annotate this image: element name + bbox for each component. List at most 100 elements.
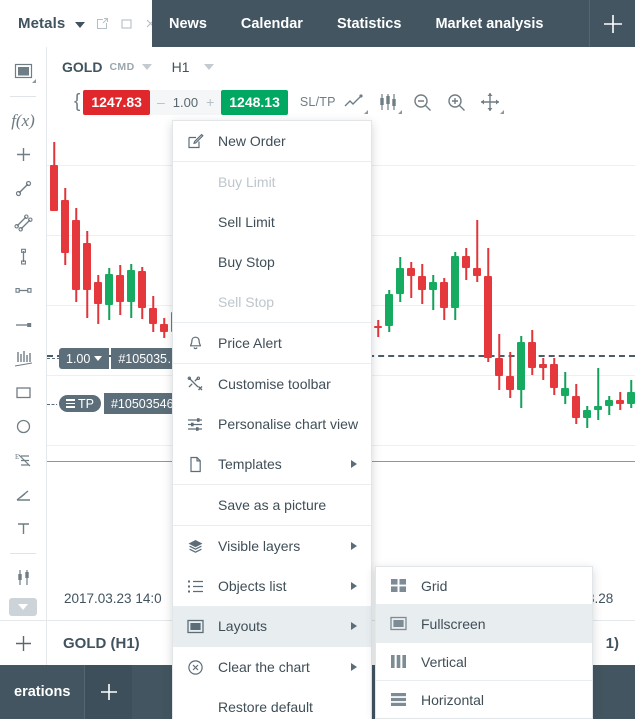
tab-news[interactable]: News xyxy=(152,0,224,47)
volume-value[interactable]: 1.00 xyxy=(173,95,198,110)
layouts-submenu[interactable]: GridFullscreenVerticalHorizontal xyxy=(375,566,593,719)
volume-stepper[interactable]: – 1.00 + xyxy=(150,90,221,115)
menu-item-price-alert[interactable]: Price Alert xyxy=(173,323,371,363)
angle-icon[interactable] xyxy=(6,479,40,510)
menu-item-sell-limit[interactable]: Sell Limit xyxy=(173,202,371,242)
menu-item-label: Personalise chart view xyxy=(218,416,358,432)
timeframe-value[interactable]: H1 xyxy=(172,59,190,75)
symbol-name[interactable]: GOLD xyxy=(62,59,102,75)
sltp-button[interactable]: SL/TP xyxy=(300,95,336,109)
chart-tab-gold-h1[interactable]: GOLD (H1) xyxy=(47,621,156,665)
candlestick xyxy=(506,115,514,620)
candlestick xyxy=(418,115,426,620)
menu-item-fullscreen[interactable]: Fullscreen xyxy=(376,605,592,642)
time-label-left: 2017.03.23 14:0 xyxy=(64,591,162,606)
maximize-icon[interactable] xyxy=(120,17,133,30)
volume-increase-button[interactable]: + xyxy=(206,94,214,110)
candlestick xyxy=(583,115,591,620)
chart-tab-secondary[interactable]: 1) xyxy=(590,621,635,665)
tab-calendar[interactable]: Calendar xyxy=(224,0,320,47)
candle-body xyxy=(385,294,393,326)
buy-price-button[interactable]: 1248.13 xyxy=(221,90,288,115)
zoom-out-icon[interactable] xyxy=(407,89,438,115)
candle-body xyxy=(149,308,157,324)
tab-label: Calendar xyxy=(241,16,303,32)
popout-icon[interactable] xyxy=(96,17,109,30)
trend-line-icon[interactable] xyxy=(6,173,40,204)
menu-item-vertical[interactable]: Vertical xyxy=(376,643,592,680)
add-chart-button[interactable] xyxy=(0,621,47,665)
candlestick xyxy=(462,115,470,620)
chart-context-menu[interactable]: New OrderBuy LimitSell LimitBuy StopSell… xyxy=(172,120,372,719)
zoom-in-icon[interactable] xyxy=(441,89,472,115)
candle-body xyxy=(83,243,91,290)
chart-type-candles-icon[interactable] xyxy=(373,89,404,115)
candle-body xyxy=(528,342,536,368)
bottom-tab-operations[interactable]: erations xyxy=(0,665,84,719)
list-icon xyxy=(187,578,218,595)
chart-tab-label: 1) xyxy=(606,635,619,652)
menu-item-layouts[interactable]: Layouts xyxy=(173,606,371,646)
position-volume[interactable]: 1.00 xyxy=(59,348,109,369)
menu-item-clear-the-chart[interactable]: Clear the chart xyxy=(173,647,371,687)
menu-item-objects-list[interactable]: Objects list xyxy=(173,566,371,606)
menu-item-customise-toolbar[interactable]: Customise toolbar xyxy=(173,364,371,404)
menu-item-personalise-chart-view[interactable]: Personalise chart view xyxy=(173,404,371,444)
tab-statistics[interactable]: Statistics xyxy=(320,0,418,47)
parallel-channel-icon[interactable] xyxy=(6,207,40,238)
menu-item-templates[interactable]: Templates xyxy=(173,444,371,484)
clear-icon xyxy=(187,659,218,676)
menu-item-grid[interactable]: Grid xyxy=(376,567,592,604)
ray-line-icon[interactable] xyxy=(6,309,40,340)
horizontal-segment-icon[interactable] xyxy=(6,275,40,306)
elliott-wave-icon[interactable]: E xyxy=(6,445,40,476)
ellipse-icon[interactable] xyxy=(6,411,40,442)
submenu-arrow-icon xyxy=(351,622,357,630)
candle-body xyxy=(517,342,525,390)
tp-chip[interactable]: TP xyxy=(57,393,103,414)
menu-item-restore-default[interactable]: Restore default xyxy=(173,687,371,719)
candlestick xyxy=(429,115,437,620)
horizontal-layout-icon xyxy=(390,691,421,708)
fibonacci-icon[interactable] xyxy=(6,343,40,374)
candle-body xyxy=(550,364,558,388)
tab-market-analysis[interactable]: Market analysis xyxy=(418,0,560,47)
layouts-icon[interactable] xyxy=(6,56,40,87)
menu-item-horizontal[interactable]: Horizontal xyxy=(376,681,592,718)
menu-item-new-order[interactable]: New Order xyxy=(173,121,371,161)
text-tool-icon[interactable] xyxy=(6,513,40,544)
candle-body xyxy=(495,358,503,376)
menu-item-save-as-a-picture[interactable]: Save as a picture xyxy=(173,485,371,525)
vertical-line-icon[interactable] xyxy=(6,241,40,272)
add-tab-button[interactable] xyxy=(589,0,635,47)
drag-handle-icon[interactable] xyxy=(66,399,75,408)
indicators-fx-icon[interactable]: f(x) xyxy=(6,105,40,136)
sell-price-button[interactable]: 1247.83 xyxy=(83,90,150,115)
menu-item-buy-stop[interactable]: Buy Stop xyxy=(173,242,371,282)
more-tools-dropdown[interactable] xyxy=(9,598,37,616)
candle-wick xyxy=(542,358,544,380)
crosshair-icon[interactable] xyxy=(475,89,506,115)
caret-down-icon[interactable] xyxy=(75,22,85,28)
candle-wick xyxy=(432,275,434,310)
chart-type-line-icon[interactable] xyxy=(339,89,370,115)
candle-body xyxy=(605,400,613,406)
bottom-add-button[interactable] xyxy=(84,665,132,719)
svg-text:E: E xyxy=(15,453,19,461)
timeframe-dropdown-icon[interactable] xyxy=(204,64,214,70)
submenu-arrow-icon xyxy=(351,663,357,671)
position-badge-volume[interactable]: 1.00 #105035… xyxy=(59,348,187,369)
add-icon[interactable] xyxy=(6,139,40,170)
new-order-icon xyxy=(187,133,218,150)
volume-decrease-button[interactable]: – xyxy=(157,94,165,110)
plus-icon xyxy=(97,680,121,704)
candle-body xyxy=(583,410,591,418)
tools-icon xyxy=(187,376,218,393)
rectangle-icon[interactable] xyxy=(6,377,40,408)
menu-item-visible-layers[interactable]: Visible layers xyxy=(173,526,371,566)
submenu-arrow-icon xyxy=(351,582,357,590)
workspace-tab-metals[interactable]: Metals xyxy=(0,0,152,47)
candle-settings-icon[interactable] xyxy=(6,562,40,593)
symbol-market: CMD xyxy=(109,61,134,73)
symbol-dropdown-icon[interactable] xyxy=(142,64,152,70)
